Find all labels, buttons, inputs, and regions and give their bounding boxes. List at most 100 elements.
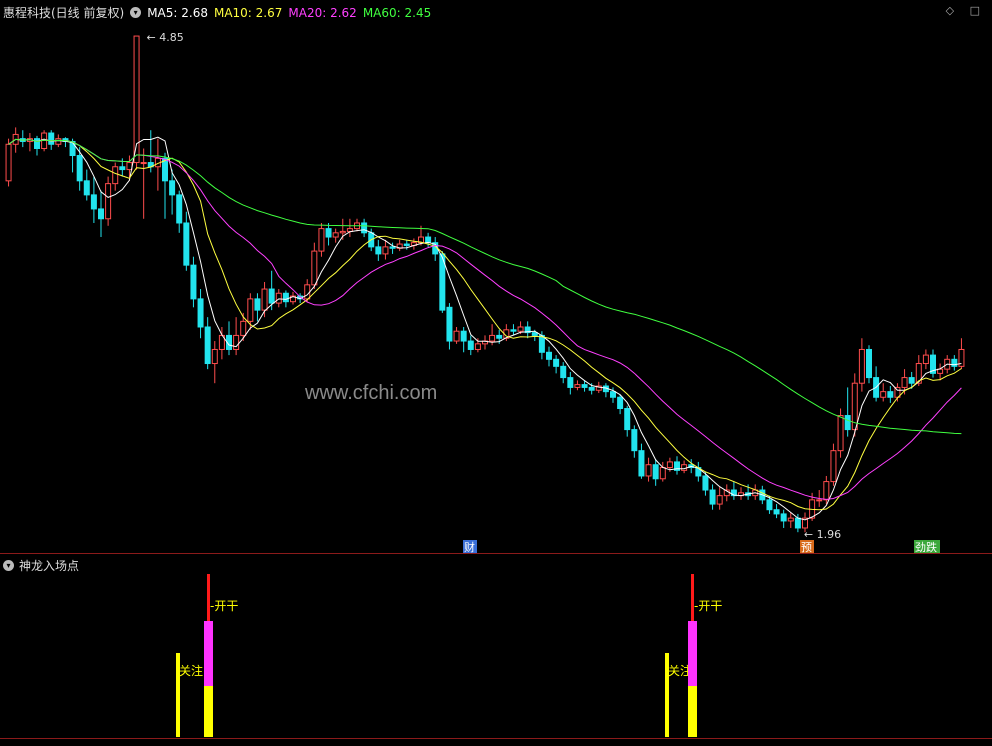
watch-label: 关注 (179, 663, 203, 678)
candle-body (538, 334, 545, 353)
candle-body (83, 180, 90, 196)
bottom-border (0, 738, 992, 739)
candle-body (98, 208, 104, 220)
candle-body (467, 340, 474, 350)
candle (375, 239, 382, 261)
candle-body (858, 348, 865, 384)
candle-body (517, 326, 524, 332)
candle-body (254, 298, 261, 311)
price-chart-svg: ← 4.85← 1.96财预劲跌 (5, 31, 965, 554)
candle (76, 147, 83, 191)
settings-circle-icon[interactable]: ▾ (130, 7, 142, 18)
candle-body (382, 246, 389, 255)
candle-body (446, 306, 453, 342)
entry-bar-base (688, 686, 697, 737)
ma5-label: MA5: 2.68 (147, 5, 208, 20)
candle-body (34, 138, 40, 149)
candle (716, 487, 723, 510)
candle (773, 504, 780, 519)
candle (659, 461, 666, 482)
candle-body (247, 298, 254, 322)
candle (951, 355, 958, 371)
candle-body (261, 288, 268, 311)
candle-body (282, 292, 289, 303)
candle-body (183, 222, 190, 266)
candle-body (887, 391, 894, 398)
candle (354, 218, 360, 232)
candle-body (546, 351, 552, 360)
candle-body (560, 365, 567, 379)
candle-body (5, 143, 12, 182)
window-control-icons[interactable]: ◇ □ (946, 4, 986, 17)
candle (183, 211, 190, 271)
candle (695, 461, 702, 482)
candle (752, 484, 759, 500)
indicator-header: ▾ 神龙入场点 (3, 557, 79, 574)
candle-body (425, 236, 432, 244)
stock-title: 惠程科技(日线 前复权) (3, 6, 125, 20)
candle (858, 338, 865, 392)
ma20-line (8, 138, 962, 500)
candle-body (318, 228, 325, 252)
candle-body (332, 232, 339, 238)
indicator-title: 神龙入场点 (19, 559, 80, 573)
candle-body (766, 499, 773, 511)
candle (226, 321, 232, 356)
candle-body (453, 330, 460, 342)
candle-body (375, 246, 382, 255)
panel-divider (0, 553, 992, 554)
event-marker-label: 劲跌 (915, 540, 937, 554)
candle-body (48, 132, 55, 145)
candle (432, 237, 439, 261)
candle-body (830, 450, 837, 483)
candle-body (951, 358, 958, 367)
entry-bar-mid (688, 621, 697, 686)
candle (958, 338, 965, 370)
candle (880, 383, 887, 402)
candle (922, 349, 929, 370)
candle (98, 190, 104, 238)
candle-body (90, 194, 97, 210)
candle-body (204, 326, 211, 365)
candle (866, 345, 872, 384)
candle-body (922, 354, 929, 365)
candle (26, 133, 33, 152)
candle-body (645, 464, 652, 477)
candle (873, 366, 880, 402)
candle (730, 481, 737, 500)
candle (709, 484, 716, 510)
watermark: www.cfchi.com (305, 382, 438, 404)
ma10-line (8, 138, 962, 511)
candle (844, 387, 851, 437)
candle-body (339, 230, 346, 234)
indicator-settings-icon[interactable]: ▾ (3, 560, 14, 571)
candle (176, 190, 183, 233)
candle (638, 443, 645, 479)
candle (204, 317, 211, 370)
candle-body (702, 475, 709, 491)
candle-body (361, 222, 368, 234)
candle (787, 512, 794, 528)
candle (510, 324, 517, 336)
indicator-panel[interactable]: 关注 -开干 关注 -开干 ▾ 神龙入场点 (0, 555, 992, 742)
price-chart-panel[interactable]: ← 4.85 ← 1.96 财预劲跌 惠程科技(日线 前复权) ▾ MA5: 2.6… (0, 0, 992, 554)
candle-body (823, 481, 830, 501)
chart-header: 惠程科技(日线 前复权) ▾ MA5: 2.68 MA10: 2.67 MA20… (3, 4, 437, 21)
candle (34, 135, 40, 156)
candle-body (610, 391, 616, 398)
entry-bar-top (207, 574, 210, 621)
candle-body (794, 517, 801, 529)
candle-body (837, 415, 844, 452)
candle-body (304, 284, 311, 300)
candle (410, 238, 417, 250)
candle-body (403, 243, 410, 246)
candle-body (659, 467, 666, 480)
candle-body (624, 408, 631, 431)
candle-body (666, 461, 673, 469)
candle (460, 326, 467, 353)
candle (681, 460, 688, 474)
candle-body (816, 499, 823, 502)
candle (361, 218, 368, 238)
candle (780, 509, 787, 528)
candle (937, 363, 944, 381)
